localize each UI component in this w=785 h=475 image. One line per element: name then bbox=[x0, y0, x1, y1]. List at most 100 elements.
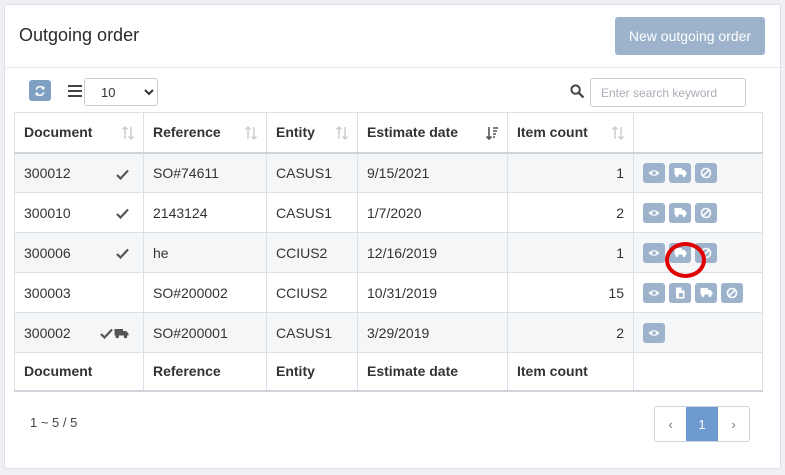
table-row[interactable]: 300010 2143124 CASUS1 1/7/2020 2 bbox=[14, 192, 763, 233]
ban-icon bbox=[700, 247, 712, 259]
ban-icon bbox=[726, 287, 738, 299]
cell-item-count: 15 bbox=[507, 272, 634, 313]
footer-document: Document bbox=[14, 352, 144, 392]
eye-button[interactable] bbox=[643, 322, 665, 343]
cell-actions bbox=[633, 152, 763, 193]
page-title: Outgoing order bbox=[19, 25, 140, 45]
truck-button[interactable] bbox=[695, 282, 717, 303]
cell-document: 300006 bbox=[14, 232, 144, 273]
pagination: ‹ 1 › bbox=[654, 406, 750, 442]
copy-button[interactable] bbox=[669, 282, 691, 303]
check-icon bbox=[100, 326, 113, 342]
row-actions bbox=[643, 282, 753, 303]
column-header-actions bbox=[633, 112, 763, 154]
cell-entity: CCIUS2 bbox=[266, 272, 358, 313]
table-row[interactable]: 300006 he CCIUS2 12/16/2019 1 bbox=[14, 232, 763, 273]
cell-entity: CASUS1 bbox=[266, 192, 358, 233]
status-flags bbox=[100, 326, 129, 342]
sort-descending-icon bbox=[485, 127, 498, 140]
document-number: 300003 bbox=[24, 284, 71, 301]
eye-button[interactable] bbox=[643, 242, 665, 263]
list-icon bbox=[68, 85, 82, 97]
truck-button[interactable] bbox=[669, 202, 691, 223]
search-input[interactable] bbox=[590, 78, 746, 107]
cell-actions bbox=[633, 192, 763, 233]
ban-icon bbox=[700, 207, 712, 219]
truck-icon bbox=[674, 207, 687, 218]
cell-actions bbox=[633, 272, 763, 313]
document-number: 300010 bbox=[24, 204, 71, 221]
cell-entity: CASUS1 bbox=[266, 312, 358, 353]
panel-header: Outgoing order New outgoing order bbox=[5, 5, 780, 68]
cell-item-count: 2 bbox=[507, 192, 634, 233]
cell-entity: CCIUS2 bbox=[266, 232, 358, 273]
cell-estimate-date: 12/16/2019 bbox=[357, 232, 508, 273]
refresh-button[interactable] bbox=[29, 80, 51, 101]
cell-actions bbox=[633, 232, 763, 273]
new-outgoing-order-button[interactable]: New outgoing order bbox=[615, 17, 765, 55]
cell-reference: 2143124 bbox=[143, 192, 267, 233]
ban-button[interactable] bbox=[695, 202, 717, 223]
truck-icon bbox=[700, 287, 713, 298]
ban-icon bbox=[700, 167, 712, 179]
cell-document: 300012 bbox=[14, 152, 144, 193]
eye-icon bbox=[648, 247, 660, 259]
cell-item-count: 1 bbox=[507, 232, 634, 273]
cell-actions bbox=[633, 312, 763, 353]
footer-reference: Reference bbox=[143, 352, 267, 392]
cell-reference: SO#200002 bbox=[143, 272, 267, 313]
row-actions bbox=[643, 162, 753, 183]
ban-button[interactable] bbox=[721, 282, 743, 303]
table-toolbar: 10 bbox=[0, 75, 777, 109]
column-header-item-count[interactable]: Item count bbox=[507, 112, 634, 154]
column-header-document[interactable]: Document bbox=[14, 112, 144, 154]
cell-estimate-date: 1/7/2020 bbox=[357, 192, 508, 233]
prev-page-button[interactable]: ‹ bbox=[655, 407, 686, 441]
check-icon bbox=[116, 246, 129, 262]
column-header-entity[interactable]: Entity bbox=[266, 112, 358, 154]
ban-button[interactable] bbox=[695, 242, 717, 263]
truck-button[interactable] bbox=[669, 242, 691, 263]
cell-document: 300003 bbox=[14, 272, 144, 313]
orders-table: Document Reference Entity Estimate date … bbox=[14, 112, 763, 392]
cell-reference: he bbox=[143, 232, 267, 273]
document-number: 300006 bbox=[24, 244, 71, 261]
cell-estimate-date: 3/29/2019 bbox=[357, 312, 508, 353]
document-number: 300012 bbox=[24, 164, 71, 181]
footer-item-count: Item count bbox=[507, 352, 634, 392]
sort-icon bbox=[336, 126, 348, 140]
eye-button[interactable] bbox=[643, 162, 665, 183]
cell-entity: CASUS1 bbox=[266, 152, 358, 193]
cell-document: 300002 bbox=[14, 312, 144, 353]
eye-button[interactable] bbox=[643, 202, 665, 223]
column-header-reference[interactable]: Reference bbox=[143, 112, 267, 154]
page-size-select[interactable]: 10 bbox=[84, 78, 158, 106]
footer-actions bbox=[633, 352, 763, 392]
eye-icon bbox=[648, 207, 660, 219]
table-row[interactable]: 300003 SO#200002 CCIUS2 10/31/2019 15 bbox=[14, 272, 763, 313]
truck-button[interactable] bbox=[669, 162, 691, 183]
page-1-button[interactable]: 1 bbox=[686, 407, 718, 441]
truck-icon bbox=[674, 247, 687, 258]
truck-icon bbox=[114, 326, 129, 342]
next-page-button[interactable]: › bbox=[718, 407, 749, 441]
pagination-info: 1 ~ 5 / 5 bbox=[30, 415, 78, 430]
truck-icon bbox=[674, 167, 687, 178]
table-header-row: Document Reference Entity Estimate date … bbox=[14, 112, 763, 154]
eye-button[interactable] bbox=[643, 282, 665, 303]
sort-icon bbox=[612, 126, 624, 140]
eye-icon bbox=[648, 327, 660, 339]
row-actions bbox=[643, 202, 753, 223]
copy-icon bbox=[675, 287, 686, 299]
column-header-estimate-date[interactable]: Estimate date bbox=[357, 112, 508, 154]
table-body: 300012 SO#74611 CASUS1 9/15/2021 1 300010 2143… bbox=[14, 152, 763, 353]
refresh-icon bbox=[35, 85, 45, 96]
table-row[interactable]: 300002 SO#200001 CASUS1 3/29/2019 2 bbox=[14, 312, 763, 353]
table-row[interactable]: 300012 SO#74611 CASUS1 9/15/2021 1 bbox=[14, 152, 763, 193]
footer-entity: Entity bbox=[266, 352, 358, 392]
cell-item-count: 1 bbox=[507, 152, 634, 193]
ban-button[interactable] bbox=[695, 162, 717, 183]
cell-document: 300010 bbox=[14, 192, 144, 233]
eye-icon bbox=[648, 167, 660, 179]
status-flags bbox=[116, 206, 129, 222]
